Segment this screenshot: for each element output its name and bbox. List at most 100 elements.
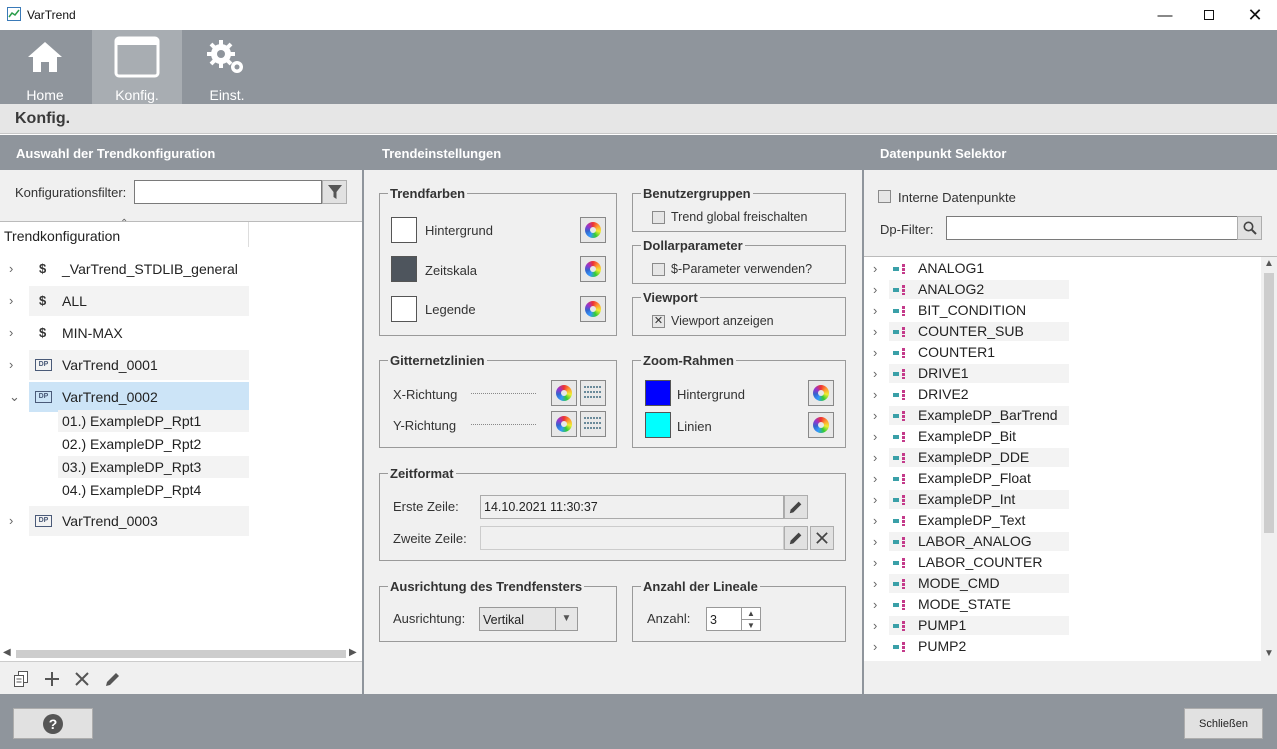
nav-einst[interactable]: Einst. xyxy=(182,30,272,104)
anzahl-spinner[interactable]: 3 ▲ ▼ xyxy=(706,607,761,631)
trend-global-checkbox[interactable] xyxy=(652,211,665,224)
chevron-right-icon[interactable]: › xyxy=(873,492,877,507)
dp-item-label[interactable]: LABOR_ANALOG xyxy=(918,533,1032,549)
schliessen-button[interactable]: Schließen xyxy=(1184,708,1263,739)
chevron-right-icon[interactable]: › xyxy=(873,576,877,591)
chevron-right-icon[interactable]: › xyxy=(9,513,13,528)
zweite-zeile-field[interactable] xyxy=(480,526,784,550)
config-filter-input[interactable] xyxy=(134,180,322,204)
chevron-right-icon[interactable]: › xyxy=(873,597,877,612)
edit-icon[interactable] xyxy=(104,670,122,688)
dp-item-label[interactable]: ExampleDP_Text xyxy=(918,512,1025,528)
chevron-right-icon[interactable]: › xyxy=(873,366,877,381)
chevron-right-icon[interactable]: › xyxy=(873,387,877,402)
chevron-right-icon[interactable]: › xyxy=(9,357,13,372)
chevron-right-icon[interactable]: › xyxy=(873,282,877,297)
dollar-param-checkbox[interactable] xyxy=(652,263,665,276)
chevron-right-icon[interactable]: › xyxy=(873,345,877,360)
dp-item-label[interactable]: COUNTER_SUB xyxy=(918,323,1024,339)
dp-item-label[interactable]: MODE_CMD xyxy=(918,575,1000,591)
tree-item-label[interactable]: ALL xyxy=(62,293,87,309)
dp-item-label[interactable]: ExampleDP_DDE xyxy=(918,449,1029,465)
spin-up-icon[interactable]: ▲ xyxy=(741,608,760,619)
line-style-button[interactable] xyxy=(580,380,606,406)
dp-item-label[interactable]: DRIVE1 xyxy=(918,365,969,381)
dp-item-label[interactable]: ExampleDP_Bit xyxy=(918,428,1016,444)
nav-home[interactable]: Home xyxy=(0,30,90,104)
clear-zweite-zeile-button[interactable] xyxy=(810,526,834,550)
tree-horizontal-scrollbar[interactable]: ◀ ▶ xyxy=(0,647,362,661)
color-picker-button[interactable] xyxy=(580,256,606,282)
legende-swatch[interactable] xyxy=(391,296,417,322)
dp-item-label[interactable]: PUMP1 xyxy=(918,617,966,633)
viewport-checkbox[interactable]: ✕ xyxy=(652,315,665,328)
tree-item-label[interactable]: VarTrend_0002 xyxy=(62,389,158,405)
close-window-button[interactable]: ✕ xyxy=(1232,0,1277,30)
chevron-right-icon[interactable]: › xyxy=(873,303,877,318)
add-icon[interactable] xyxy=(44,671,60,687)
chevron-right-icon[interactable]: › xyxy=(873,261,877,276)
color-picker-button[interactable] xyxy=(551,411,577,437)
scroll-thumb[interactable] xyxy=(1264,273,1274,533)
chevron-down-icon[interactable]: ⌄ xyxy=(9,389,20,405)
color-picker-button[interactable] xyxy=(580,296,606,322)
scroll-thumb[interactable] xyxy=(16,650,346,658)
chevron-right-icon[interactable]: › xyxy=(873,639,877,654)
dp-item-label[interactable]: COUNTER1 xyxy=(918,344,995,360)
tree-item-label[interactable]: _VarTrend_STDLIB_general xyxy=(62,261,238,277)
chevron-right-icon[interactable]: › xyxy=(9,293,13,308)
hintergrund-swatch[interactable] xyxy=(391,217,417,243)
color-picker-button[interactable] xyxy=(551,380,577,406)
erste-zeile-field[interactable]: 14.10.2021 11:30:37 xyxy=(480,495,784,519)
dp-item-label[interactable]: DRIVE2 xyxy=(918,386,969,402)
chevron-right-icon[interactable]: › xyxy=(873,450,877,465)
dp-item-label[interactable]: ExampleDP_BarTrend xyxy=(918,407,1058,423)
dp-item-label[interactable]: ExampleDP_Int xyxy=(918,491,1015,507)
spin-down-icon[interactable]: ▼ xyxy=(741,619,760,630)
dp-item-label[interactable]: PUMP2 xyxy=(918,638,966,654)
chevron-right-icon[interactable]: › xyxy=(873,408,877,423)
delete-icon[interactable] xyxy=(75,672,89,686)
interne-datenpunkte-checkbox[interactable] xyxy=(878,190,891,203)
dp-item-label[interactable]: MODE_STATE xyxy=(918,596,1011,612)
dp-item-label[interactable]: LABOR_COUNTER xyxy=(918,554,1042,570)
tree-item-label[interactable]: VarTrend_0001 xyxy=(62,357,158,373)
dp-item-label[interactable]: ANALOG1 xyxy=(918,260,984,276)
zoom-linien-swatch[interactable] xyxy=(645,412,671,438)
dp-item-label[interactable]: ExampleDP_Float xyxy=(918,470,1031,486)
chevron-right-icon[interactable]: › xyxy=(873,429,877,444)
minimize-button[interactable]: — xyxy=(1142,0,1188,30)
dp-item-label[interactable]: BIT_CONDITION xyxy=(918,302,1026,318)
maximize-button[interactable] xyxy=(1186,0,1232,30)
color-picker-button[interactable] xyxy=(808,412,834,438)
tree-item-label[interactable]: VarTrend_0003 xyxy=(62,513,158,529)
tree-item-label[interactable]: MIN-MAX xyxy=(62,325,123,341)
edit-zweite-zeile-button[interactable] xyxy=(784,526,808,550)
filter-button[interactable] xyxy=(322,180,347,204)
dp-search-button[interactable] xyxy=(1237,216,1262,240)
tree-child-label[interactable]: 03.) ExampleDP_Rpt3 xyxy=(62,459,201,475)
chevron-right-icon[interactable]: › xyxy=(9,325,13,340)
nav-konfig[interactable]: Konfig. xyxy=(92,30,182,104)
help-button[interactable]: ? xyxy=(13,708,93,739)
line-style-button[interactable] xyxy=(580,411,606,437)
tree-child-label[interactable]: 04.) ExampleDP_Rpt4 xyxy=(62,482,201,498)
dp-filter-input[interactable] xyxy=(946,216,1238,240)
chevron-right-icon[interactable]: › xyxy=(873,471,877,486)
chevron-right-icon[interactable]: › xyxy=(873,534,877,549)
dp-vertical-scrollbar[interactable]: ▲ ▼ xyxy=(1261,257,1277,661)
zoom-hintergrund-swatch[interactable] xyxy=(645,380,671,406)
color-picker-button[interactable] xyxy=(580,217,606,243)
color-picker-button[interactable] xyxy=(808,380,834,406)
chevron-right-icon[interactable]: › xyxy=(873,618,877,633)
chevron-right-icon[interactable]: › xyxy=(873,513,877,528)
tree-column-header[interactable]: Trendkonfiguration ⌃ xyxy=(0,218,249,247)
zeitskala-swatch[interactable] xyxy=(391,256,417,282)
chevron-right-icon[interactable]: › xyxy=(873,324,877,339)
ausrichtung-select[interactable]: Vertikal ▼ xyxy=(479,607,578,631)
copy-icon[interactable] xyxy=(14,671,29,687)
edit-erste-zeile-button[interactable] xyxy=(784,495,808,519)
tree-child-label[interactable]: 02.) ExampleDP_Rpt2 xyxy=(62,436,201,452)
tree-child-label[interactable]: 01.) ExampleDP_Rpt1 xyxy=(62,413,201,429)
dp-item-label[interactable]: ANALOG2 xyxy=(918,281,984,297)
